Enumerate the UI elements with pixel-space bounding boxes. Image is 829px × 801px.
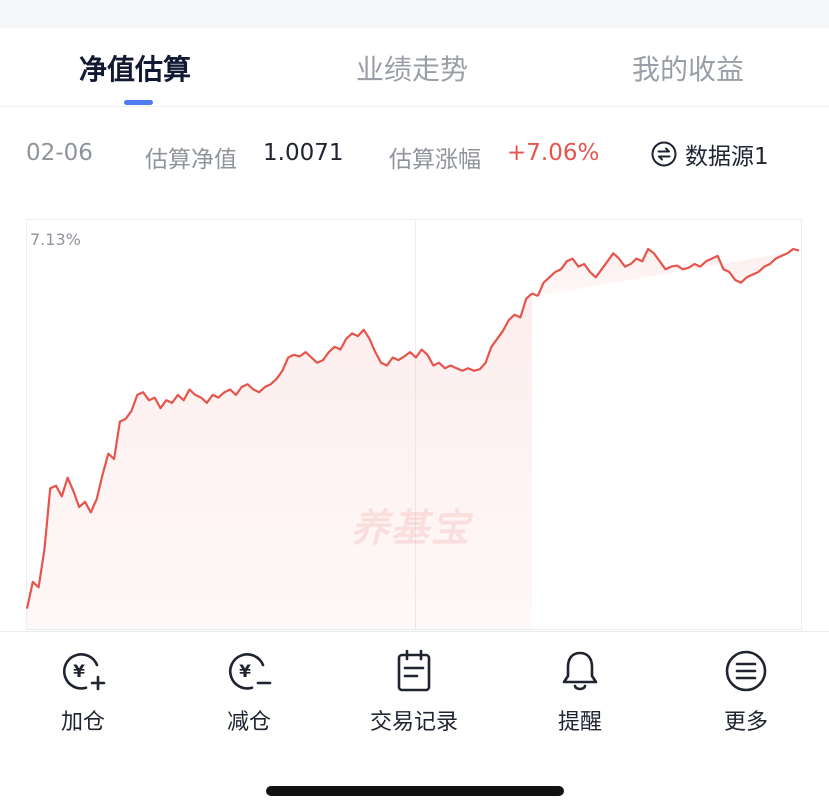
swap-arrows-icon — [651, 141, 677, 167]
svg-text:¥: ¥ — [239, 662, 251, 682]
more-label: 更多 — [723, 710, 768, 735]
more-menu-icon — [725, 650, 767, 692]
data-source-button[interactable]: 数据源1 — [651, 136, 769, 172]
bell-icon — [562, 651, 598, 691]
nav-value: 1.0071 — [263, 140, 344, 166]
nav-estimate-chart: 7.13% 养基宝 — [26, 219, 802, 630]
nav-label: 估算净值 — [145, 147, 237, 173]
reduce-position-label: 减仓 — [226, 710, 271, 735]
nav-area-fill-1 — [27, 293, 532, 630]
home-indicator[interactable] — [266, 786, 564, 796]
data-source-label: 数据源1 — [685, 144, 769, 170]
reminder-label: 提醒 — [557, 710, 602, 735]
action-toolbar: ¥ 加仓 ¥ 减仓 交易记录 提醒 更多 — [0, 631, 829, 801]
chart-max-label: 7.13% — [30, 230, 81, 249]
chart-canvas — [26, 219, 802, 630]
change-label: 估算涨幅 — [389, 147, 481, 173]
add-position-button[interactable]: ¥ 加仓 — [13, 648, 153, 736]
svg-text:¥: ¥ — [73, 662, 85, 682]
add-position-label: 加仓 — [60, 710, 105, 735]
tab-bar: 净值估算 业绩走势 我的收益 — [0, 28, 829, 107]
reduce-position-button[interactable]: ¥ 减仓 — [179, 648, 319, 736]
active-tab-indicator — [124, 100, 153, 105]
trade-record-icon — [397, 649, 431, 692]
top-strip — [0, 0, 829, 28]
reduce-position-icon: ¥ — [228, 653, 272, 690]
add-position-icon: ¥ — [62, 653, 106, 691]
trade-record-button[interactable]: 交易记录 — [344, 648, 484, 736]
estimate-date: 02-06 — [26, 140, 93, 166]
estimate-info-bar: 02-06 估算净值 1.0071 估算涨幅 +7.06% 数据源1 — [0, 130, 829, 180]
nav-series-jump — [531, 292, 539, 298]
nav-area-fill-2 — [537, 249, 799, 296]
tab-nav-estimate[interactable]: 净值估算 — [79, 48, 191, 88]
more-button[interactable]: 更多 — [676, 648, 816, 736]
tab-performance-trend[interactable]: 业绩走势 — [356, 48, 468, 88]
trade-record-label: 交易记录 — [369, 710, 458, 735]
watermark-logo: 养基宝 — [351, 506, 472, 550]
reminder-button[interactable]: 提醒 — [510, 648, 650, 736]
tab-my-earnings[interactable]: 我的收益 — [632, 48, 744, 88]
change-value: +7.06% — [507, 140, 600, 166]
